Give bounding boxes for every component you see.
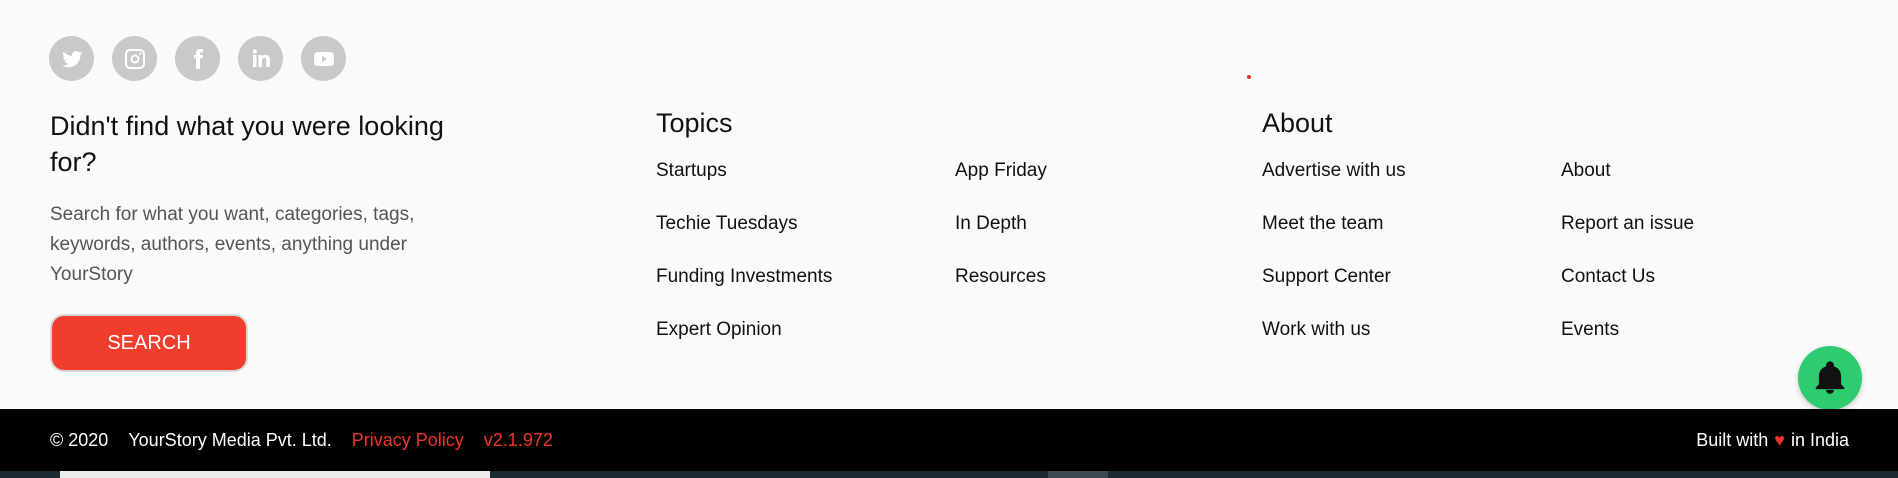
about-link[interactable]: Meet the team: [1262, 210, 1406, 263]
topic-link[interactable]: Expert Opinion: [656, 316, 832, 369]
topic-link[interactable]: App Friday: [955, 157, 1047, 210]
twitter-icon[interactable]: [49, 36, 94, 81]
about-link[interactable]: Advertise with us: [1262, 157, 1406, 210]
strip-segment: [1048, 471, 1108, 478]
social-links: [49, 36, 346, 81]
instagram-icon[interactable]: [112, 36, 157, 81]
decorative-dot: [1247, 75, 1251, 79]
facebook-icon[interactable]: [175, 36, 220, 81]
privacy-policy-link[interactable]: Privacy Policy: [352, 430, 464, 451]
in-india-text: in India: [1790, 429, 1849, 450]
search-heading: Didn't find what you were looking for?: [50, 111, 444, 177]
footer-bar: © 2020 YourStory Media Pvt. Ltd. Privacy…: [0, 409, 1898, 471]
youtube-icon[interactable]: [301, 36, 346, 81]
topics-title: Topics: [656, 108, 733, 138]
topic-link[interactable]: In Depth: [955, 210, 1047, 263]
topics-list-2: App Friday In Depth Resources: [955, 157, 1047, 316]
about-link[interactable]: About: [1561, 157, 1694, 210]
topic-link[interactable]: Techie Tuesdays: [656, 210, 832, 263]
about-link[interactable]: Support Center: [1262, 263, 1406, 316]
topic-link[interactable]: Funding Investments: [656, 263, 832, 316]
about-link[interactable]: Work with us: [1262, 316, 1406, 369]
company-name: YourStory Media Pvt. Ltd.: [128, 429, 332, 450]
copyright: © 2020: [50, 429, 109, 450]
about-title: About: [1262, 108, 1333, 138]
version-label: v2.1.972: [483, 429, 553, 450]
notification-bell-button[interactable]: [1798, 346, 1862, 410]
about-list-1: Advertise with us Meet the team Support …: [1262, 157, 1406, 369]
topic-link[interactable]: Resources: [955, 263, 1047, 316]
search-description: Search for what you want, categories, ta…: [50, 204, 415, 285]
about-list-2: About Report an issue Contact Us Events: [1561, 157, 1694, 369]
built-with-text: Built with: [1696, 429, 1769, 450]
strip-segment: [60, 471, 490, 478]
search-button[interactable]: SEARCH: [50, 314, 248, 372]
linkedin-icon[interactable]: [238, 36, 283, 81]
topic-link[interactable]: Startups: [656, 157, 832, 210]
about-link[interactable]: Contact Us: [1561, 263, 1694, 316]
about-link[interactable]: Events: [1561, 316, 1694, 369]
bottom-strip: [0, 471, 1898, 478]
search-section: Didn't find what you were looking for? S…: [50, 108, 470, 372]
bell-icon: [1815, 361, 1845, 394]
heart-icon: ♥: [1774, 429, 1785, 450]
topics-list-1: Startups Techie Tuesdays Funding Investm…: [656, 157, 832, 369]
about-link[interactable]: Report an issue: [1561, 210, 1694, 263]
